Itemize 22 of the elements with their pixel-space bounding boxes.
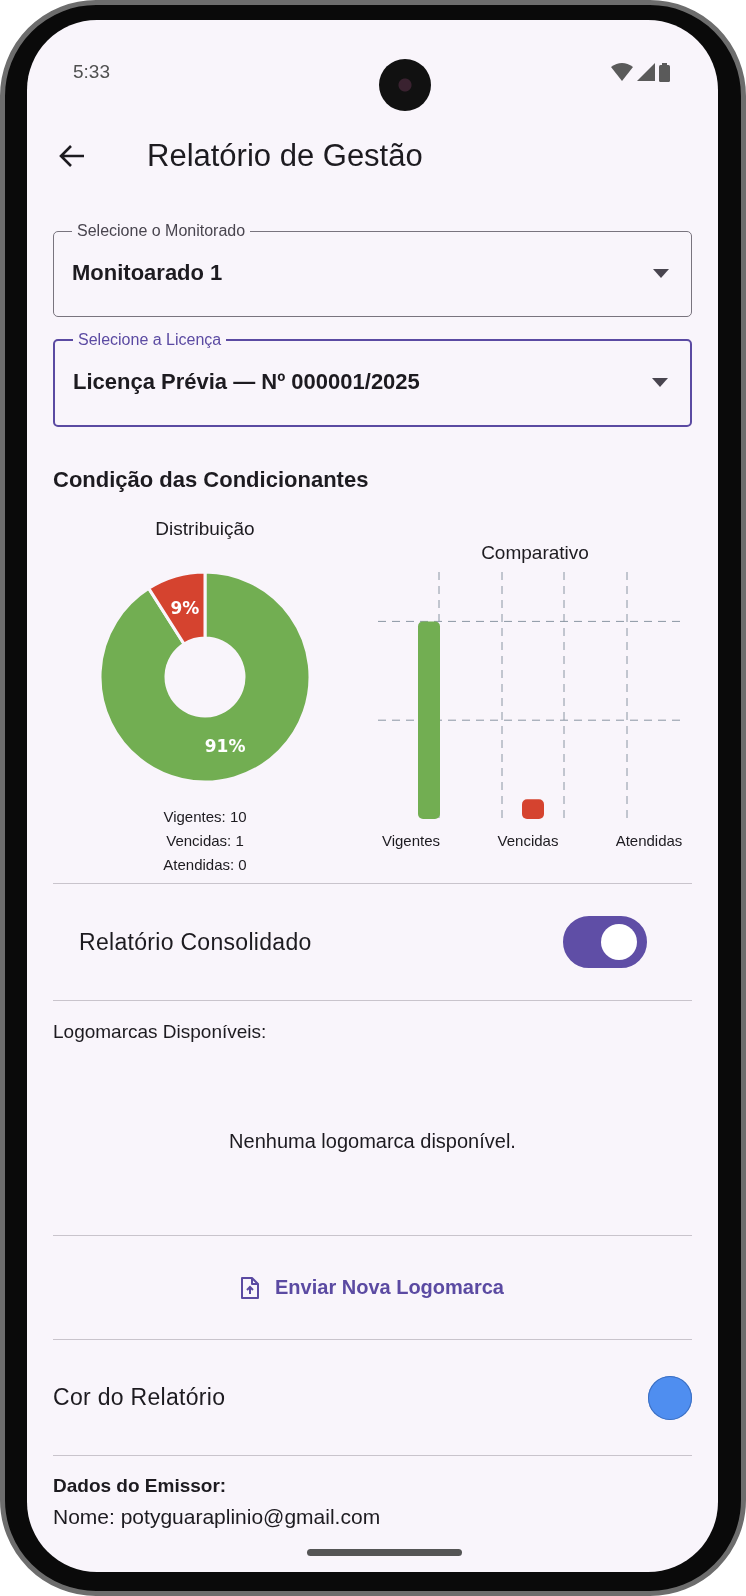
chart-title: Comparativo (481, 541, 589, 565)
axis-label: Vigentes (381, 832, 441, 849)
section-title: Condição das Condicionantes (53, 466, 370, 494)
slice-label: 91% (204, 736, 246, 757)
legend-text: Atendidas: 0 (163, 855, 247, 875)
logos-heading: Logomarcas Disponíveis: (53, 1020, 268, 1044)
empty-message: Nenhuma logomarca disponível. (228, 1129, 517, 1154)
toggle-label: Relatório Consolidado (79, 928, 312, 956)
chart-title: Distribuição (155, 517, 255, 541)
upload-logo-button[interactable]: Enviar Nova Logomarca (227, 1266, 518, 1309)
dropdown-field[interactable]: Selecione a Licença Licença Prévia — Nº 000001/2025 (53, 331, 692, 427)
status-time: 5:33 (73, 61, 110, 83)
legend-text: Vencidas: 1 (166, 831, 244, 851)
slice-label: 9% (170, 597, 200, 618)
issuer-heading: Dados do Emissor: (53, 1474, 228, 1498)
page-title: Relatório de Gestão (147, 138, 423, 174)
dropdown-field[interactable]: Selecione o Monitorado Monitoarado 1 (53, 222, 692, 317)
axis-label: Atendidas (615, 832, 683, 849)
legend-text: Vigentes: 10 (163, 807, 247, 827)
issuer-text: Nome: potyguaraplinio@gmail.com (53, 1504, 382, 1530)
color-label: Cor do Relatório (53, 1384, 226, 1411)
axis-label: Vencidas (497, 832, 559, 849)
